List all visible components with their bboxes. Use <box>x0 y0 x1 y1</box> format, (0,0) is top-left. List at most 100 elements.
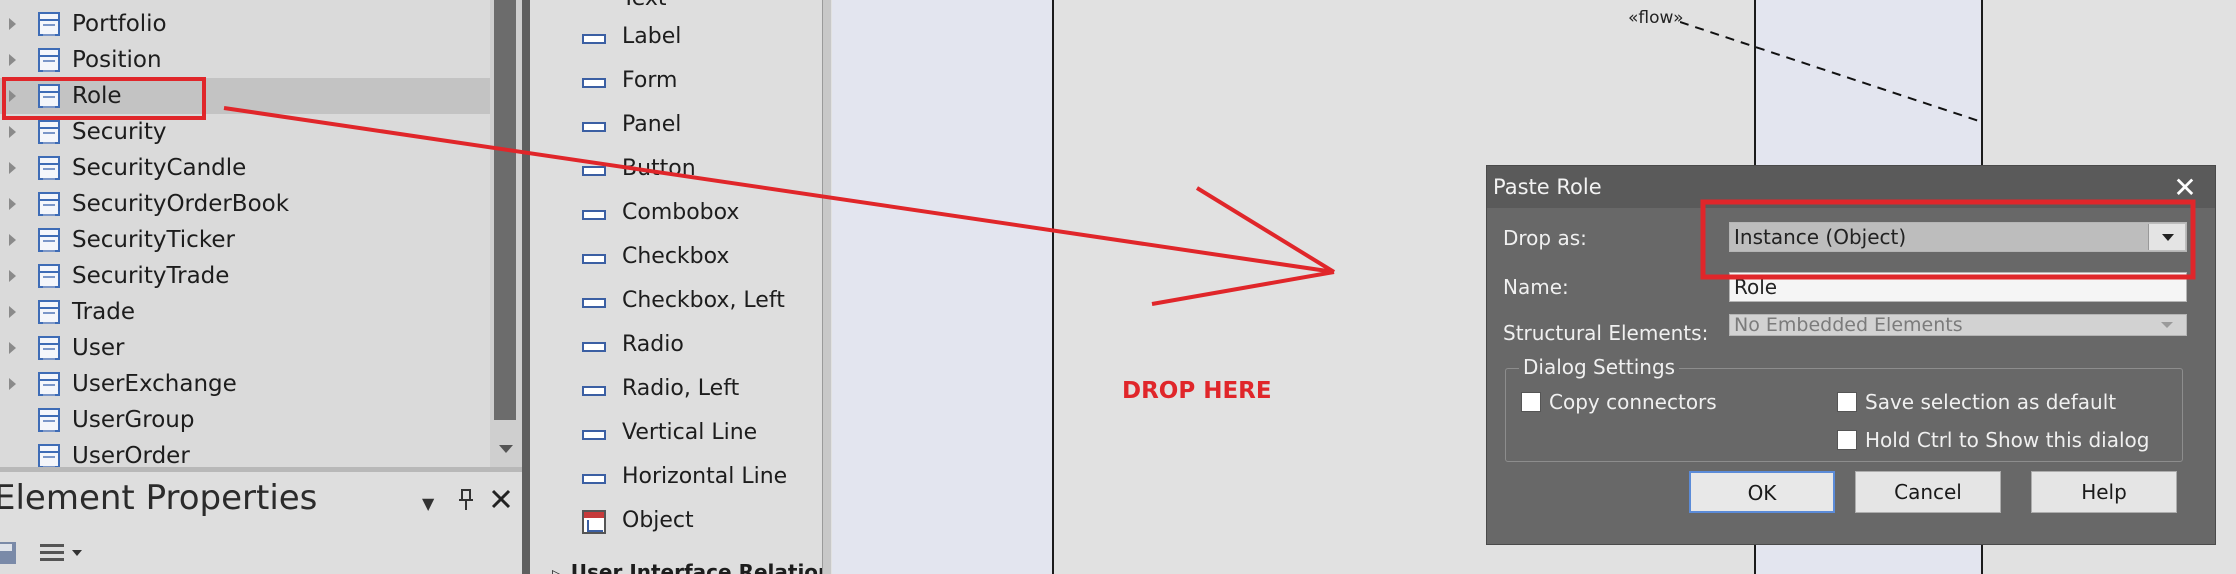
tree-item[interactable]: Security <box>0 114 490 150</box>
toolbox-item-label: Object <box>622 508 694 533</box>
toolbox-item-label: Horizontal Line <box>622 464 788 489</box>
tree-item-label: Security <box>72 119 167 145</box>
hold-ctrl-checkbox[interactable] <box>1837 430 1857 450</box>
close-panel-icon[interactable] <box>490 488 512 516</box>
class-icon <box>38 444 60 467</box>
name-label: Name: <box>1503 275 1569 299</box>
class-icon <box>38 300 60 324</box>
drop-as-value: Instance (Object) <box>1734 225 1907 249</box>
expand-arrow-icon[interactable] <box>9 342 16 354</box>
expand-arrow-icon[interactable] <box>9 54 16 66</box>
toolbox-item[interactable]: Form <box>530 62 820 106</box>
tree-item[interactable]: UserOrder <box>0 438 490 467</box>
toolbox-section-header[interactable]: ▷ User Interface Relationsh <box>552 560 830 574</box>
ui-control-icon <box>582 166 606 176</box>
ui-control-icon <box>582 210 606 220</box>
drop-as-label: Drop as: <box>1503 226 1587 250</box>
tree-item[interactable]: Trade <box>0 294 490 330</box>
tree-item-label: SecurityTicker <box>72 227 235 253</box>
tree-item[interactable]: SecurityOrderBook <box>0 186 490 222</box>
drop-as-select[interactable]: Instance (Object) <box>1729 222 2187 252</box>
ui-control-icon <box>582 474 606 484</box>
tree-scrollbar-thumb[interactable] <box>494 0 516 420</box>
expand-arrow-icon[interactable] <box>9 90 16 102</box>
expand-arrow-icon[interactable] <box>9 234 16 246</box>
toolbox-item[interactable]: Vertical Line <box>530 414 820 458</box>
pin-icon[interactable] <box>456 488 476 518</box>
toolbox-item[interactable]: Radio <box>530 326 820 370</box>
panel-splitter[interactable] <box>0 467 522 472</box>
panel-menu-dropdown-icon[interactable]: ▼ <box>422 494 434 513</box>
chevron-down-icon[interactable] <box>2148 316 2184 334</box>
toolbox-item[interactable]: Radio, Left <box>530 370 820 414</box>
class-icon <box>38 84 60 108</box>
toolbox-item[interactable]: Checkbox <box>530 238 820 282</box>
tree-item[interactable]: UserExchange <box>0 366 490 402</box>
scroll-down-arrow-icon[interactable] <box>490 432 522 467</box>
paste-role-dialog: Paste Role ✕ Drop as: Instance (Object) … <box>1486 165 2216 545</box>
tree-item[interactable]: Portfolio <box>0 6 490 42</box>
toolbox-item-label: Label <box>622 24 682 49</box>
ui-control-icon <box>582 78 606 88</box>
class-icon <box>38 120 60 144</box>
tree-item[interactable]: UserGroup <box>0 402 490 438</box>
list-menu-icon[interactable] <box>40 542 84 568</box>
ui-control-icon <box>582 254 606 264</box>
expand-arrow-icon[interactable] <box>9 198 16 210</box>
lane-divider <box>1052 0 1054 574</box>
expand-arrow-icon[interactable] <box>9 162 16 174</box>
save-icon[interactable] <box>0 540 18 570</box>
tree-item[interactable]: SecurityTrade <box>0 258 490 294</box>
expand-arrow-icon[interactable] <box>9 306 16 318</box>
toolbox-item[interactable]: Combobox <box>530 194 820 238</box>
toolbox-item[interactable]: Horizontal Line <box>530 458 820 502</box>
toolbox-item[interactable]: Panel <box>530 106 820 150</box>
toolbox-item-partial[interactable]: Text <box>622 0 667 11</box>
ok-button[interactable]: OK <box>1689 471 1835 513</box>
toolbox-item[interactable]: Checkbox, Left <box>530 282 820 326</box>
toolbox-item[interactable]: Object <box>530 502 820 546</box>
toolbox-item-label: Panel <box>622 112 682 137</box>
hold-ctrl-label: Hold Ctrl to Show this dialog <box>1865 428 2150 452</box>
dialog-title: Paste Role <box>1493 175 1602 199</box>
expand-arrow-icon[interactable] <box>9 270 16 282</box>
cancel-button[interactable]: Cancel <box>1855 471 2001 513</box>
save-default-checkbox[interactable] <box>1837 392 1857 412</box>
dialog-titlebar[interactable]: Paste Role ✕ <box>1487 166 2215 208</box>
expand-arrow-icon[interactable] <box>9 378 16 390</box>
toolbox-item-label: Checkbox <box>622 244 730 269</box>
class-icon <box>38 264 60 288</box>
class-icon <box>38 48 60 72</box>
properties-toolbar <box>0 532 522 574</box>
flow-stereotype-label: «flow» <box>1628 8 1684 28</box>
chevron-down-icon[interactable] <box>2148 224 2185 250</box>
toolbox-scrollbar[interactable] <box>822 0 831 574</box>
flow-connector[interactable] <box>1680 0 1990 130</box>
tree-item-label: SecurityCandle <box>72 155 247 181</box>
tree-item[interactable]: Position <box>0 42 490 78</box>
expand-arrow-icon[interactable] <box>9 126 16 138</box>
expand-arrow-icon[interactable] <box>9 18 16 30</box>
tree-item[interactable]: SecurityTicker <box>0 222 490 258</box>
tree-item[interactable]: SecurityCandle <box>0 150 490 186</box>
toolbox-item-label: Combobox <box>622 200 740 225</box>
toolbox-item[interactable]: Label <box>530 18 820 62</box>
ui-control-icon <box>582 298 606 308</box>
tree-item[interactable]: Role <box>0 78 490 114</box>
close-icon[interactable]: ✕ <box>2167 170 2203 206</box>
class-icon <box>38 156 60 180</box>
copy-connectors-label: Copy connectors <box>1549 390 1717 414</box>
toolbox-item-label: Form <box>622 68 678 93</box>
project-browser-tree: Portfolio Position Role Security SecurityCan… <box>0 0 490 467</box>
structural-elements-select[interactable]: No Embedded Elements <box>1729 314 2187 336</box>
ui-control-icon <box>582 386 606 396</box>
toolbox-item-label: Checkbox, Left <box>622 288 785 313</box>
copy-connectors-checkbox[interactable] <box>1521 392 1541 412</box>
class-icon <box>38 372 60 396</box>
toolbox-item[interactable]: Button <box>530 150 820 194</box>
help-button[interactable]: Help <box>2031 471 2177 513</box>
class-icon <box>38 192 60 216</box>
name-input[interactable]: Role <box>1729 272 2187 302</box>
tree-item[interactable]: User <box>0 330 490 366</box>
save-default-label: Save selection as default <box>1865 390 2117 414</box>
